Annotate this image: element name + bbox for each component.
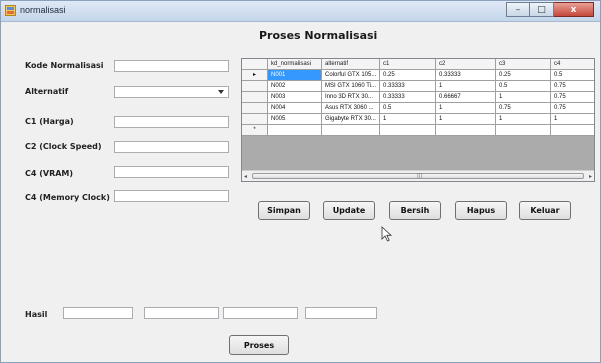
table-row[interactable]: N002 MSI GTX 1060 Ti... 0.33333 1 0.5 0.75	[242, 81, 594, 92]
table-cell[interactable]: 1	[436, 114, 496, 125]
table-cell[interactable]: Colorful GTX 105...	[322, 70, 380, 81]
column-header-kd-normalisasi[interactable]: kd_normalisasi	[268, 59, 322, 70]
column-header-c3[interactable]: c3	[496, 59, 551, 70]
table-cell[interactable]: N005	[268, 114, 322, 125]
table-cell[interactable]: Asus RTX 3060 ...	[322, 103, 380, 114]
column-header-c1[interactable]: c1	[380, 59, 436, 70]
row-header[interactable]	[242, 114, 268, 125]
maximize-button[interactable]: □	[530, 2, 554, 17]
mouse-pointer-icon	[381, 226, 393, 242]
grid-corner-cell	[242, 59, 268, 70]
table-cell[interactable]: 1	[436, 103, 496, 114]
row-header[interactable]	[242, 92, 268, 103]
new-row[interactable]: *	[242, 125, 594, 136]
table-cell[interactable]: 0.25	[496, 70, 551, 81]
table-cell[interactable]: MSI GTX 1060 Ti...	[322, 81, 380, 92]
keluar-button[interactable]: Keluar	[519, 201, 571, 220]
hapus-button[interactable]: Hapus	[455, 201, 507, 220]
column-header-c2[interactable]: c2	[436, 59, 496, 70]
caption-buttons: – □ x	[506, 2, 594, 17]
table-cell[interactable]: 1	[496, 92, 551, 103]
c3-vram-input[interactable]	[114, 166, 229, 178]
table-cell[interactable]: 1	[551, 114, 594, 125]
minimize-button[interactable]: –	[506, 2, 530, 17]
table-cell[interactable]: 0.33333	[380, 81, 436, 92]
bersih-button[interactable]: Bersih	[389, 201, 441, 220]
table-cell[interactable]: 0.75	[551, 81, 594, 92]
table-cell[interactable]: N001	[268, 70, 322, 81]
table-cell[interactable]: 1	[496, 114, 551, 125]
table-cell[interactable]: Gigabyte RTX 30...	[322, 114, 380, 125]
table-cell[interactable]: 0.5	[551, 70, 594, 81]
table-cell[interactable]: 0.5	[380, 103, 436, 114]
row-header[interactable]	[242, 81, 268, 92]
table-cell[interactable]	[436, 125, 496, 136]
proses-button[interactable]: Proses	[229, 335, 289, 355]
label-c1: C1 (Harga)	[25, 117, 74, 126]
chevron-down-icon	[218, 90, 224, 94]
table-cell[interactable]: 1	[436, 81, 496, 92]
minimize-icon: –	[515, 4, 521, 15]
column-header-alternatif[interactable]: alternatif	[322, 59, 380, 70]
hasil-field-2[interactable]	[144, 307, 219, 319]
table-row[interactable]: N003 Inno 3D RTX 30... 0.33333 0.66667 1 0.75	[242, 92, 594, 103]
table-cell[interactable]: 0.25	[380, 70, 436, 81]
table-row[interactable]: N004 Asus RTX 3060 ... 0.5 1 0.75 0.75	[242, 103, 594, 114]
table-cell[interactable]: 0.66667	[436, 92, 496, 103]
table-cell[interactable]	[380, 125, 436, 136]
label-kode-normalisasi: Kode Normalisasi	[25, 61, 104, 70]
table-cell[interactable]	[268, 125, 322, 136]
title-bar[interactable]: normalisasi – □ x	[1, 1, 600, 22]
table-row[interactable]: N005 Gigabyte RTX 30... 1 1 1 1	[242, 114, 594, 125]
kode-normalisasi-input[interactable]	[114, 60, 229, 72]
scrollbar-thumb[interactable]: |||	[252, 173, 584, 179]
table-cell[interactable]: 0.75	[496, 103, 551, 114]
alternatif-select[interactable]	[114, 86, 229, 98]
table-cell[interactable]: 0.33333	[380, 92, 436, 103]
label-c3: C4 (VRAM)	[25, 169, 74, 178]
grid-header-row: kd_normalisasi alternatif c1 c2 c3 c4	[242, 59, 594, 70]
label-c2: C2 (Clock Speed)	[25, 142, 102, 151]
app-window: normalisasi – □ x Proses Normalisasi Kod…	[0, 0, 601, 363]
row-header[interactable]	[242, 103, 268, 114]
c4-memory-clock-input[interactable]	[114, 190, 229, 202]
table-cell[interactable]: Inno 3D RTX 30...	[322, 92, 380, 103]
table-cell[interactable]: 0.33333	[436, 70, 496, 81]
label-c4: C4 (Memory Clock)	[25, 193, 110, 202]
table-cell[interactable]: 0.75	[551, 103, 594, 114]
label-alternatif: Alternatif	[25, 87, 69, 96]
column-header-c4[interactable]: c4	[551, 59, 594, 70]
table-cell[interactable]: 1	[380, 114, 436, 125]
table-cell[interactable]	[322, 125, 380, 136]
app-icon	[5, 5, 16, 16]
close-button[interactable]: x	[554, 2, 594, 17]
form-title: Proses Normalisasi	[259, 29, 378, 42]
table-cell[interactable]	[551, 125, 594, 136]
simpan-button[interactable]: Simpan	[258, 201, 310, 220]
window-title: normalisasi	[20, 5, 66, 15]
table-cell[interactable]	[496, 125, 551, 136]
grip-icon: |||	[417, 173, 423, 179]
scroll-right-icon[interactable]: ▸	[589, 173, 592, 180]
table-cell[interactable]: N004	[268, 103, 322, 114]
table-cell[interactable]: N003	[268, 92, 322, 103]
hasil-field-4[interactable]	[305, 307, 377, 319]
c1-harga-input[interactable]	[114, 116, 229, 128]
table-cell[interactable]: 0.75	[551, 92, 594, 103]
scroll-left-icon[interactable]: ◂	[244, 173, 247, 180]
maximize-icon: □	[537, 4, 546, 15]
row-header[interactable]: ▸	[242, 70, 268, 81]
table-cell[interactable]: 0.5	[496, 81, 551, 92]
table-cell[interactable]: N002	[268, 81, 322, 92]
close-icon: x	[570, 4, 577, 15]
hasil-field-3[interactable]	[223, 307, 298, 319]
label-hasil: Hasil	[25, 310, 48, 319]
update-button[interactable]: Update	[323, 201, 375, 220]
new-row-marker[interactable]: *	[242, 125, 268, 136]
c2-clock-speed-input[interactable]	[114, 141, 229, 153]
normalisasi-data-grid[interactable]: kd_normalisasi alternatif c1 c2 c3 c4 ▸ N001 Col…	[241, 58, 595, 182]
table-row[interactable]: ▸ N001 Colorful GTX 105... 0.25 0.33333 0.25 0…	[242, 70, 594, 81]
hasil-field-1[interactable]	[63, 307, 133, 319]
horizontal-scrollbar[interactable]: ◂ ||| ▸	[242, 170, 594, 181]
